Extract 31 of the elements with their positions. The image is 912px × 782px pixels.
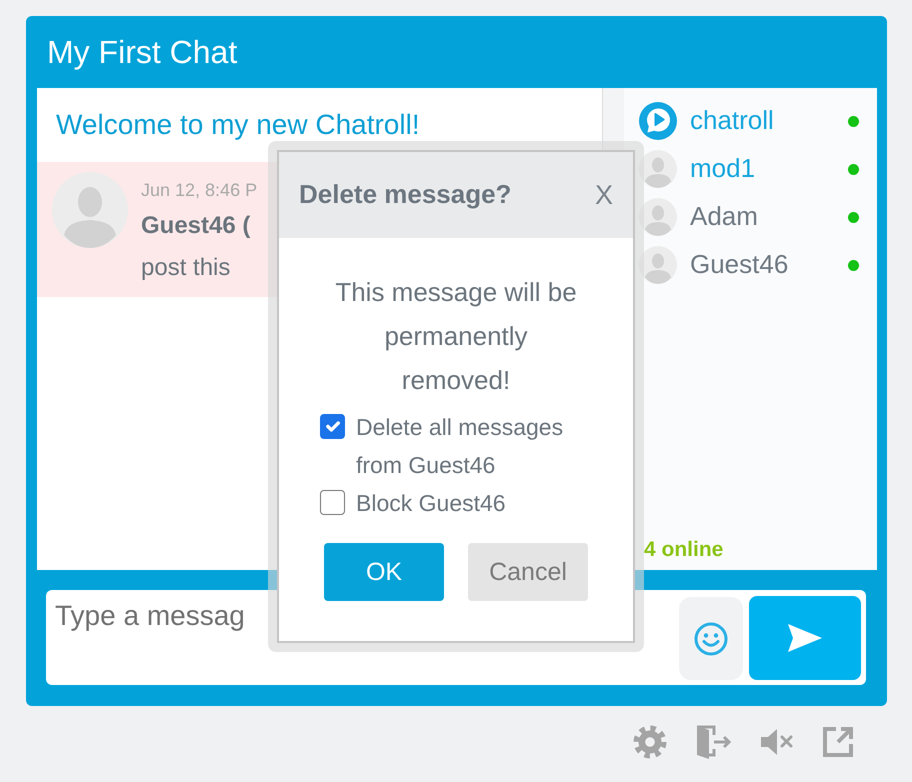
- avatar-icon: [639, 246, 677, 284]
- online-count: 4 online: [644, 538, 724, 562]
- avatar-icon: [639, 150, 677, 188]
- user-name[interactable]: chatroll: [690, 105, 774, 137]
- message-time: Jun 12, 8:46 P: [141, 179, 258, 202]
- cancel-button[interactable]: Cancel: [468, 543, 588, 601]
- send-button[interactable]: [749, 596, 861, 680]
- option-label: Block Guest46: [356, 489, 507, 518]
- message-text: post this: [141, 253, 230, 283]
- mute-icon[interactable]: [759, 727, 795, 757]
- dialog-message: This message will be permanently removed!: [334, 276, 578, 397]
- ok-button[interactable]: OK: [324, 543, 444, 601]
- message-author: Guest46 (: [141, 211, 250, 241]
- user-name[interactable]: Guest46: [690, 249, 788, 281]
- chat-title: My First Chat: [47, 32, 238, 72]
- dialog-title: Delete message?: [299, 179, 512, 211]
- settings-icon[interactable]: [633, 725, 667, 759]
- play-bubble-icon: [639, 102, 677, 140]
- checkbox[interactable]: [320, 490, 345, 515]
- avatar-icon: [639, 198, 677, 236]
- checkbox[interactable]: [320, 414, 345, 439]
- emoji-button[interactable]: [679, 597, 743, 680]
- smiley-icon: [694, 622, 728, 656]
- option-label: Delete all messages from Guest46: [356, 413, 564, 480]
- send-icon: [787, 623, 823, 653]
- close-button[interactable]: X: [592, 178, 615, 212]
- avatar-icon: [52, 172, 128, 248]
- welcome-message: Welcome to my new Chatroll!: [56, 108, 420, 142]
- user-name[interactable]: mod1: [690, 153, 756, 185]
- external-link-icon[interactable]: [821, 725, 855, 759]
- user-name[interactable]: Adam: [690, 201, 758, 233]
